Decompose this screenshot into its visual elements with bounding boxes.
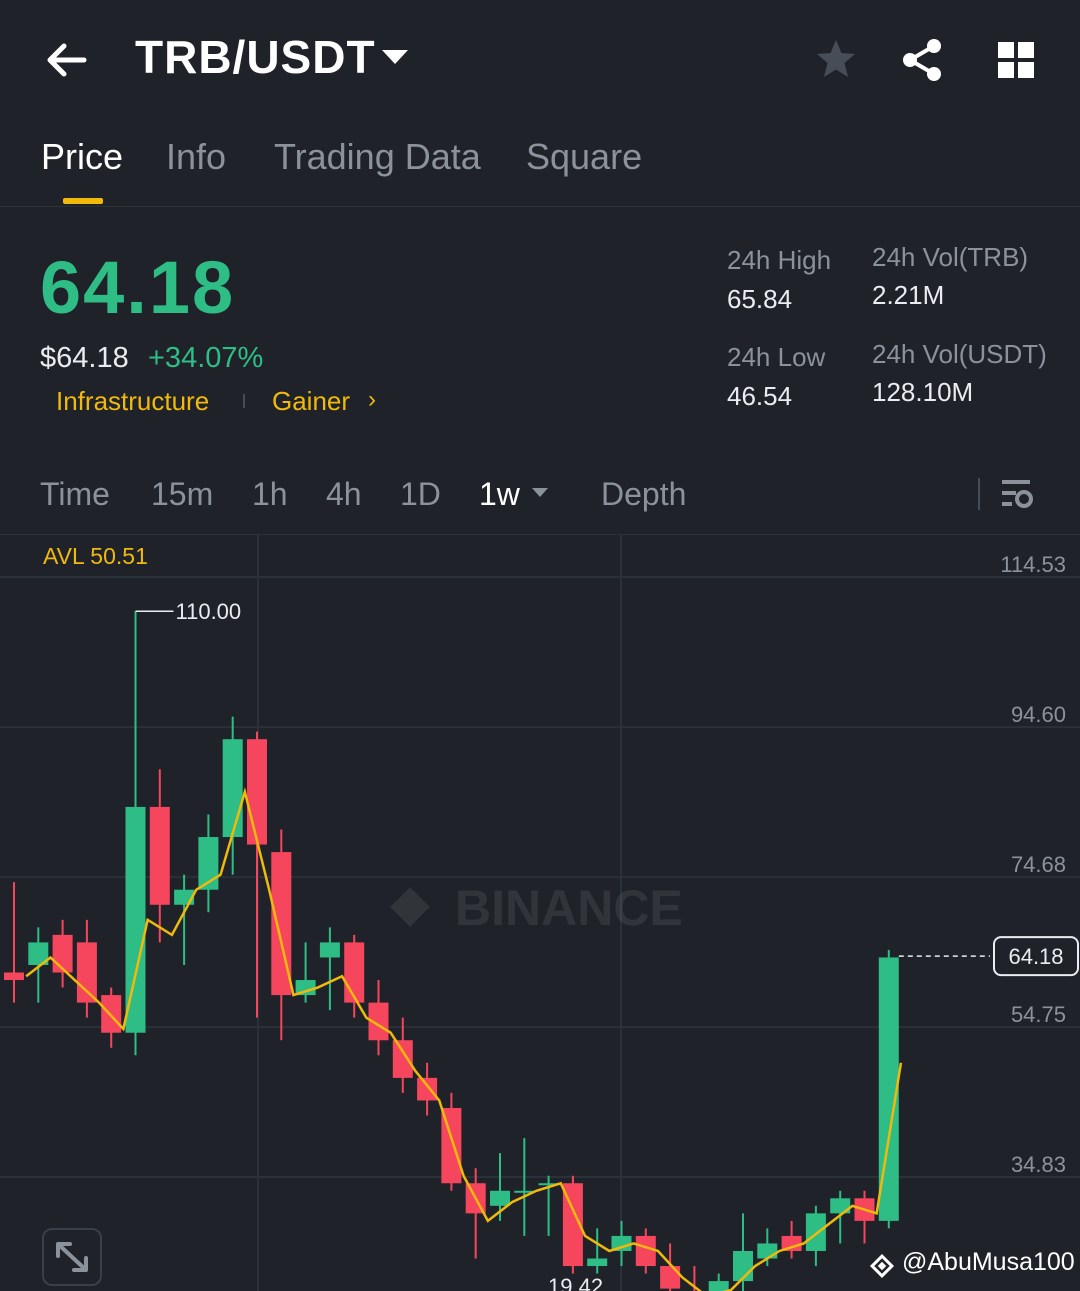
tag-divider	[243, 394, 245, 408]
active-tab-indicator	[63, 198, 103, 204]
expand-icon	[56, 1242, 88, 1272]
interval-time[interactable]: Time	[40, 476, 110, 513]
caret-down-icon[interactable]	[382, 50, 408, 64]
min-price-label: 19.42	[548, 1274, 603, 1291]
candle-body	[4, 972, 24, 981]
candle-body	[587, 1258, 608, 1267]
interval-4h[interactable]: 4h	[326, 476, 362, 513]
candle-body	[344, 942, 365, 1003]
back-arrow-icon[interactable]	[40, 34, 92, 86]
expand-chart-button[interactable]	[42, 1228, 102, 1286]
binance-logo-icon	[390, 887, 430, 927]
candle-body	[76, 942, 97, 1003]
category-tag-infrastructure[interactable]: Infrastructure	[56, 386, 209, 417]
low-label: 24h Low	[727, 342, 826, 372]
y-tick-label: 114.53	[1000, 552, 1066, 577]
candle-body	[490, 1190, 510, 1206]
share-icon[interactable]	[898, 36, 946, 84]
candlestick-chart[interactable]: 114.53 94.60 74.68 54.75 34.83 BINANCE 110.0…	[0, 535, 1080, 1291]
category-tag-gainer[interactable]: Gainer	[272, 386, 350, 417]
candle-body	[635, 1235, 656, 1267]
chevron-right-icon[interactable]: ›	[368, 386, 376, 414]
low-value: 46.54	[727, 381, 793, 411]
y-tick-label: 74.68	[1011, 852, 1066, 877]
candle-body	[757, 1243, 778, 1259]
tab-square[interactable]: Square	[526, 136, 642, 178]
candle-body	[660, 1266, 681, 1289]
watermark-username: @AbuMusa100	[902, 1248, 1075, 1276]
candle-body	[52, 934, 73, 973]
last-price: 64.18	[40, 246, 236, 329]
high-label: 24h High	[727, 245, 832, 275]
last-price-tag: 64.18	[1008, 944, 1063, 969]
candle-body	[101, 995, 122, 1033]
candle-body	[149, 806, 170, 905]
vol-base-label: 24h Vol(TRB)	[872, 242, 1029, 272]
binance-watermark: BINANCE	[390, 880, 683, 936]
interval-depth[interactable]: Depth	[601, 476, 686, 513]
interval-caret-down-icon[interactable]	[532, 488, 548, 497]
max-price-label: 110.00	[176, 599, 242, 624]
candle-body	[805, 1213, 826, 1251]
tab-price[interactable]: Price	[41, 136, 123, 178]
top-bar: TRB/USDT	[0, 0, 1080, 120]
y-tick-label: 34.83	[1011, 1152, 1066, 1177]
interval-1w[interactable]: 1w	[479, 476, 520, 513]
y-tick-label: 94.60	[1011, 702, 1066, 727]
tab-bar: Price Info Trading Data Square	[0, 130, 1080, 207]
candle-body	[708, 1281, 729, 1291]
high-value: 65.84	[727, 284, 793, 314]
interval-15m[interactable]: 15m	[151, 476, 213, 513]
candle-body	[222, 739, 243, 838]
fiat-price: $64.18	[40, 342, 129, 374]
binance-watermark-text: BINANCE	[455, 880, 683, 936]
binance-small-logo-icon	[868, 1252, 896, 1280]
chart-settings-icon[interactable]	[998, 476, 1036, 512]
grid-icon[interactable]	[992, 36, 1040, 84]
interval-1h[interactable]: 1h	[252, 476, 288, 513]
interval-divider	[978, 478, 980, 510]
candle-body	[392, 1040, 413, 1078]
candle-body	[417, 1077, 438, 1101]
candle-body	[125, 806, 146, 1033]
trading-pair-title[interactable]: TRB/USDT	[135, 30, 376, 84]
tab-info[interactable]: Info	[166, 136, 226, 178]
interval-1d[interactable]: 1D	[400, 476, 441, 513]
candle-body	[247, 739, 267, 845]
tab-trading-data[interactable]: Trading Data	[274, 136, 481, 178]
avl-indicator-label: AVL 50.51	[43, 543, 148, 569]
star-icon[interactable]	[812, 36, 860, 84]
candle-body	[319, 942, 340, 958]
y-tick-label: 54.75	[1011, 1002, 1066, 1027]
price-change-percent: +34.07%	[148, 342, 264, 374]
vol-base-value: 2.21M	[872, 280, 945, 310]
vol-quote-label: 24h Vol(USDT)	[872, 339, 1047, 369]
vol-quote-value: 128.10M	[872, 377, 974, 407]
